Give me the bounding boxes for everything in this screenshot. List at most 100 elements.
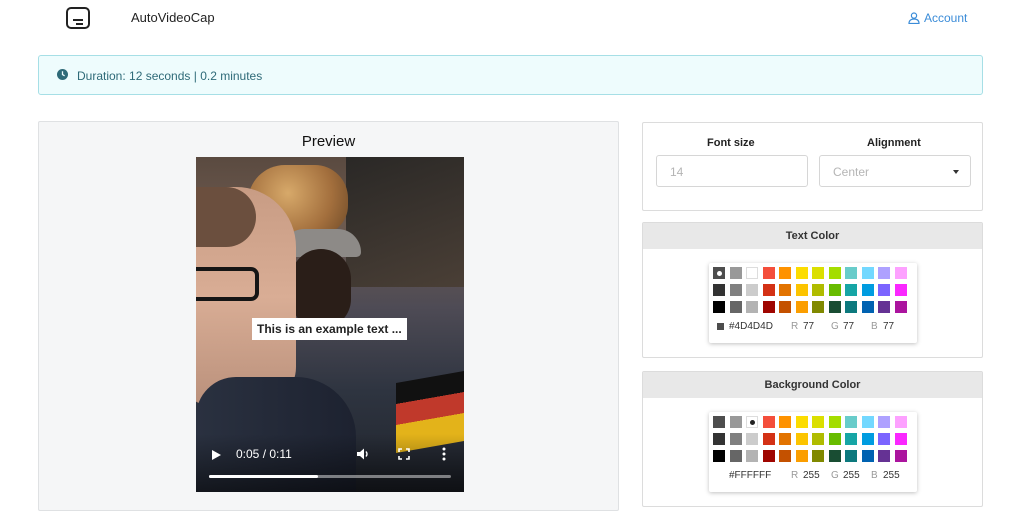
color-swatch[interactable]: [779, 301, 791, 313]
color-swatch[interactable]: [861, 284, 874, 296]
color-swatch[interactable]: [861, 433, 874, 445]
color-swatch[interactable]: [845, 267, 857, 279]
b-value[interactable]: 255: [883, 470, 900, 481]
color-swatch[interactable]: [812, 301, 824, 313]
color-swatch[interactable]: [861, 267, 874, 279]
color-swatch[interactable]: [845, 433, 857, 445]
color-swatch[interactable]: [762, 450, 775, 462]
color-swatch[interactable]: [795, 433, 808, 445]
logo-icon[interactable]: [66, 7, 90, 29]
color-swatch[interactable]: [729, 416, 742, 428]
color-swatch[interactable]: [878, 450, 890, 462]
color-swatch[interactable]: [779, 267, 791, 279]
background-color-panel: Background Color #FFFFFF R 255 G 255 B 2…: [642, 371, 983, 507]
color-swatch[interactable]: [845, 284, 857, 296]
color-swatch[interactable]: [878, 267, 890, 279]
fullscreen-icon[interactable]: [398, 448, 410, 460]
color-swatch[interactable]: [795, 301, 808, 313]
color-swatch[interactable]: [762, 416, 775, 428]
color-swatch[interactable]: [828, 416, 841, 428]
color-swatch[interactable]: [779, 284, 791, 296]
account-link[interactable]: Account: [908, 11, 967, 25]
selected-dot-icon: [716, 270, 722, 276]
color-swatch[interactable]: [713, 284, 725, 296]
color-swatch[interactable]: [762, 284, 775, 296]
g-value[interactable]: 255: [843, 470, 860, 481]
more-options-icon[interactable]: [442, 447, 446, 461]
color-swatch[interactable]: [713, 450, 725, 462]
color-swatch[interactable]: [713, 301, 725, 313]
color-swatch[interactable]: [746, 284, 758, 296]
volume-icon[interactable]: [356, 447, 370, 461]
color-swatch[interactable]: [746, 267, 758, 279]
color-swatch[interactable]: [729, 267, 742, 279]
color-swatch[interactable]: [779, 450, 791, 462]
b-value[interactable]: 77: [883, 321, 894, 332]
color-swatch[interactable]: [878, 284, 890, 296]
color-swatch[interactable]: [779, 433, 791, 445]
g-value[interactable]: 77: [843, 321, 854, 332]
color-swatch[interactable]: [812, 416, 824, 428]
background-color-header: Background Color: [643, 372, 982, 398]
video-player[interactable]: This is an example text ... 0:05 / 0:11: [196, 157, 464, 492]
color-swatch[interactable]: [713, 433, 725, 445]
color-swatch[interactable]: [713, 267, 725, 279]
color-swatch[interactable]: [861, 416, 874, 428]
font-size-input[interactable]: 14: [656, 155, 808, 187]
color-swatch[interactable]: [828, 267, 841, 279]
selected-dot-icon: [749, 419, 755, 425]
color-swatch[interactable]: [762, 267, 775, 279]
color-swatch[interactable]: [812, 284, 824, 296]
color-swatch[interactable]: [845, 450, 857, 462]
color-swatch[interactable]: [861, 450, 874, 462]
color-swatch[interactable]: [828, 284, 841, 296]
account-label: Account: [924, 11, 968, 25]
seek-bar[interactable]: [209, 475, 451, 478]
brand-name[interactable]: AutoVideoCap: [131, 10, 215, 25]
color-swatch[interactable]: [878, 433, 890, 445]
color-swatch[interactable]: [746, 450, 758, 462]
color-swatch[interactable]: [795, 267, 808, 279]
color-swatch[interactable]: [894, 284, 907, 296]
color-swatch[interactable]: [828, 301, 841, 313]
color-swatch[interactable]: [729, 450, 742, 462]
text-color-picker: #4D4D4D R 77 G 77 B 77: [709, 263, 917, 343]
color-swatch[interactable]: [878, 301, 890, 313]
alignment-select[interactable]: Center: [819, 155, 971, 187]
color-swatch[interactable]: [812, 450, 824, 462]
color-swatch[interactable]: [845, 416, 857, 428]
text-color-hex: #4D4D4D: [729, 321, 773, 332]
color-swatch[interactable]: [812, 267, 824, 279]
b-label: B: [871, 470, 878, 481]
color-swatch[interactable]: [795, 450, 808, 462]
r-value[interactable]: 255: [803, 470, 820, 481]
color-swatch[interactable]: [878, 416, 890, 428]
r-value[interactable]: 77: [803, 321, 814, 332]
color-swatch[interactable]: [845, 301, 857, 313]
color-swatch[interactable]: [729, 301, 742, 313]
color-swatch[interactable]: [729, 284, 742, 296]
color-swatch[interactable]: [746, 416, 758, 428]
color-swatch[interactable]: [746, 433, 758, 445]
color-swatch[interactable]: [812, 433, 824, 445]
color-swatch[interactable]: [894, 267, 907, 279]
color-swatch[interactable]: [894, 416, 907, 428]
color-swatch[interactable]: [729, 433, 742, 445]
color-swatch[interactable]: [779, 416, 791, 428]
color-swatch[interactable]: [746, 301, 758, 313]
play-icon[interactable]: [212, 450, 221, 460]
color-swatch[interactable]: [713, 416, 725, 428]
text-color-panel: Text Color #4D4D4D R 77 G 77 B 77: [642, 222, 983, 358]
r-label: R: [791, 470, 799, 481]
color-swatch[interactable]: [828, 450, 841, 462]
color-swatch[interactable]: [828, 433, 841, 445]
duration-alert: Duration: 12 seconds | 0.2 minutes: [38, 55, 983, 95]
color-swatch[interactable]: [894, 450, 907, 462]
color-swatch[interactable]: [762, 301, 775, 313]
color-swatch[interactable]: [795, 416, 808, 428]
color-swatch[interactable]: [861, 301, 874, 313]
color-swatch[interactable]: [762, 433, 775, 445]
color-swatch[interactable]: [795, 284, 808, 296]
color-swatch[interactable]: [894, 301, 907, 313]
color-swatch[interactable]: [894, 433, 907, 445]
